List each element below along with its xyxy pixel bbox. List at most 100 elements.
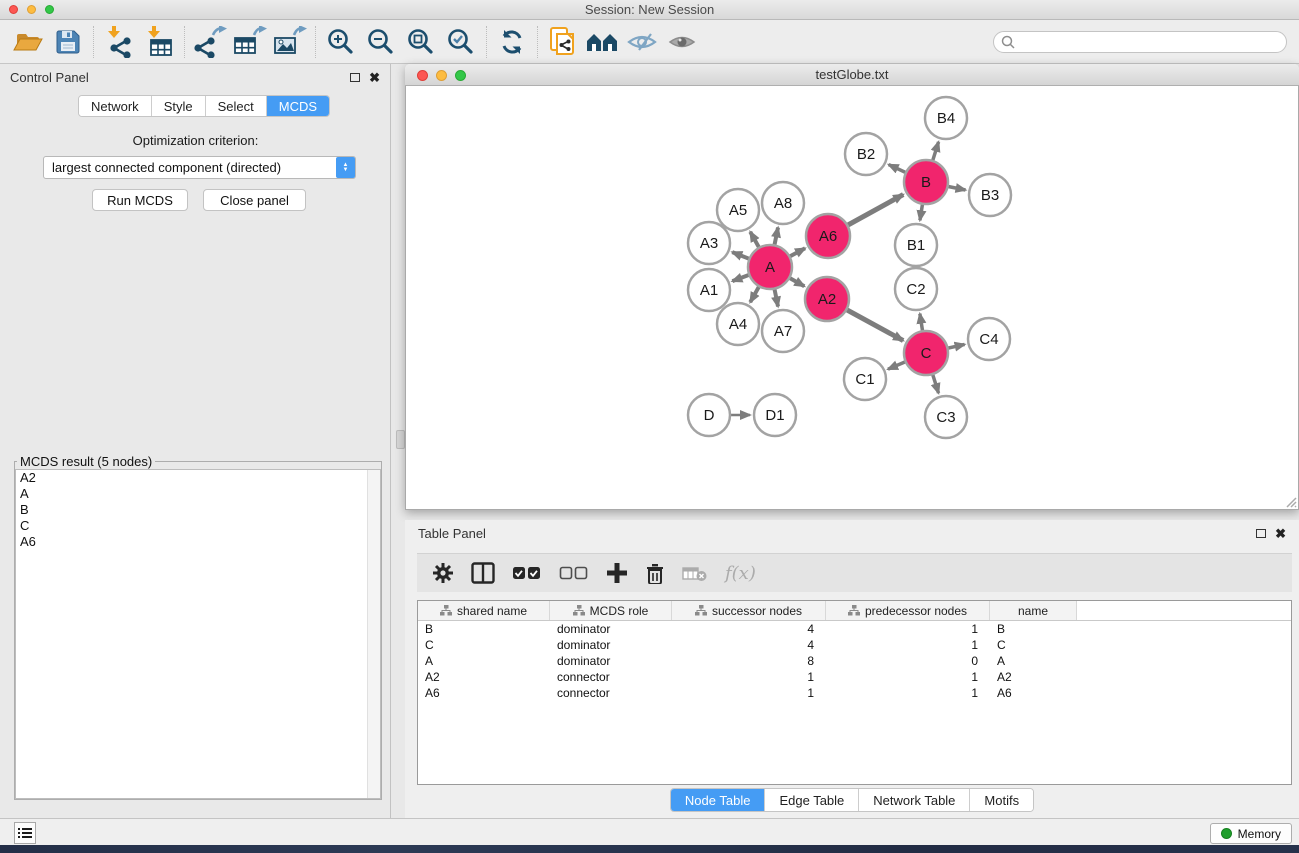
column-header-name[interactable]: name: [990, 601, 1077, 620]
graph-node-B1[interactable]: B1: [895, 224, 937, 266]
table-cell[interactable]: connector: [550, 686, 672, 700]
table-cell[interactable]: A6: [418, 686, 550, 700]
open-session-button[interactable]: [8, 23, 48, 61]
network-minimize-button[interactable]: [436, 70, 447, 81]
network-window-title-bar[interactable]: testGlobe.txt: [405, 64, 1299, 86]
graph-node-A5[interactable]: A5: [717, 189, 759, 231]
graph-node-A6[interactable]: A6: [806, 214, 850, 258]
graph-node-C2[interactable]: C2: [895, 268, 937, 310]
import-network-button[interactable]: [99, 23, 139, 61]
table-cell[interactable]: 4: [672, 638, 826, 652]
tab-network-table[interactable]: Network Table: [858, 789, 969, 811]
show-all-button[interactable]: [663, 23, 703, 61]
zoom-fit-button[interactable]: [401, 23, 441, 61]
network-graph[interactable]: AA1A2A3A4A5A6A7A8BB1B2B3B4CC1C2C3C4DD1: [406, 86, 1296, 510]
table-cell[interactable]: B: [990, 622, 1077, 636]
network-canvas[interactable]: AA1A2A3A4A5A6A7A8BB1B2B3B4CC1C2C3C4DD1: [405, 86, 1299, 510]
table-cell[interactable]: A: [418, 654, 550, 668]
graph-node-B4[interactable]: B4: [925, 97, 967, 139]
table-settings-button[interactable]: [432, 562, 454, 584]
mcds-result-item[interactable]: A2: [16, 470, 380, 486]
table-row[interactable]: Bdominator41B: [418, 621, 1291, 637]
import-table-button[interactable]: [139, 23, 179, 61]
zoom-out-button[interactable]: [361, 23, 401, 61]
zoom-selected-button[interactable]: [441, 23, 481, 61]
run-mcds-button[interactable]: Run MCDS: [92, 189, 188, 211]
network-close-button[interactable]: [417, 70, 428, 81]
close-window-button[interactable]: [9, 5, 18, 14]
table-cell[interactable]: 1: [826, 622, 990, 636]
graph-node-A3[interactable]: A3: [688, 222, 730, 264]
table-cell[interactable]: 1: [826, 638, 990, 652]
graph-node-B3[interactable]: B3: [969, 174, 1011, 216]
column-header-predecessor-nodes[interactable]: predecessor nodes: [826, 601, 990, 620]
hide-selected-button[interactable]: [623, 23, 663, 61]
table-cell[interactable]: dominator: [550, 622, 672, 636]
save-session-button[interactable]: [48, 23, 88, 61]
close-panel-button[interactable]: Close panel: [203, 189, 306, 211]
show-column-panel-button[interactable]: [471, 562, 495, 584]
mcds-result-item[interactable]: A: [16, 486, 380, 502]
table-cell[interactable]: 1: [672, 686, 826, 700]
graph-node-C1[interactable]: C1: [844, 358, 886, 400]
column-header-successor-nodes[interactable]: successor nodes: [672, 601, 826, 620]
graph-node-C[interactable]: C: [904, 331, 948, 375]
table-cell[interactable]: connector: [550, 670, 672, 684]
table-cell[interactable]: 0: [826, 654, 990, 668]
tab-select[interactable]: Select: [205, 96, 266, 116]
graph-node-A2[interactable]: A2: [805, 277, 849, 321]
graph-node-B2[interactable]: B2: [845, 133, 887, 175]
table-cell[interactable]: C: [418, 638, 550, 652]
task-history-button[interactable]: [14, 822, 36, 844]
first-neighbors-button[interactable]: [583, 23, 623, 61]
window-resize-grip[interactable]: [1284, 495, 1297, 508]
graph-node-A4[interactable]: A4: [717, 303, 759, 345]
delete-column-button[interactable]: [645, 562, 665, 584]
mcds-list-scrollbar[interactable]: [367, 470, 380, 798]
tab-node-table[interactable]: Node Table: [671, 789, 765, 811]
table-cell[interactable]: A2: [990, 670, 1077, 684]
column-header-shared-name[interactable]: shared name: [418, 601, 550, 620]
table-row[interactable]: A6connector11A6: [418, 685, 1291, 701]
panel-divider-handle[interactable]: [396, 430, 405, 449]
graph-node-A7[interactable]: A7: [762, 310, 804, 352]
tab-style[interactable]: Style: [151, 96, 205, 116]
graph-node-A8[interactable]: A8: [762, 182, 804, 224]
select-all-columns-button[interactable]: [512, 565, 542, 581]
mcds-result-item[interactable]: C: [16, 518, 380, 534]
graph-node-B[interactable]: B: [904, 160, 948, 204]
table-cell[interactable]: A: [990, 654, 1077, 668]
mcds-result-item[interactable]: A6: [16, 534, 380, 550]
tab-mcds[interactable]: MCDS: [266, 96, 329, 116]
network-zoom-button[interactable]: [455, 70, 466, 81]
float-panel-icon[interactable]: [350, 73, 360, 82]
mcds-result-item[interactable]: B: [16, 502, 380, 518]
close-panel-icon[interactable]: ✖: [369, 71, 380, 84]
table-cell[interactable]: dominator: [550, 654, 672, 668]
close-table-panel-icon[interactable]: ✖: [1275, 527, 1286, 540]
table-cell[interactable]: 4: [672, 622, 826, 636]
table-cell[interactable]: dominator: [550, 638, 672, 652]
tab-edge-table[interactable]: Edge Table: [764, 789, 858, 811]
duplicate-network-button[interactable]: [543, 23, 583, 61]
table-cell[interactable]: 1: [672, 670, 826, 684]
graph-node-D1[interactable]: D1: [754, 394, 796, 436]
table-row[interactable]: Adominator80A: [418, 653, 1291, 669]
tab-network[interactable]: Network: [79, 96, 151, 116]
refresh-button[interactable]: [492, 23, 532, 61]
graph-node-C3[interactable]: C3: [925, 396, 967, 438]
table-cell[interactable]: A6: [990, 686, 1077, 700]
create-column-button[interactable]: [606, 562, 628, 584]
table-row[interactable]: A2connector11A2: [418, 669, 1291, 685]
zoom-window-button[interactable]: [45, 5, 54, 14]
export-network-button[interactable]: [190, 23, 230, 61]
graph-node-A[interactable]: A: [748, 245, 792, 289]
tab-motifs[interactable]: Motifs: [969, 789, 1033, 811]
table-cell[interactable]: 8: [672, 654, 826, 668]
table-cell[interactable]: A2: [418, 670, 550, 684]
memory-button[interactable]: Memory: [1210, 823, 1292, 844]
table-cell[interactable]: 1: [826, 670, 990, 684]
graph-node-C4[interactable]: C4: [968, 318, 1010, 360]
table-cell[interactable]: C: [990, 638, 1077, 652]
export-table-button[interactable]: [230, 23, 270, 61]
